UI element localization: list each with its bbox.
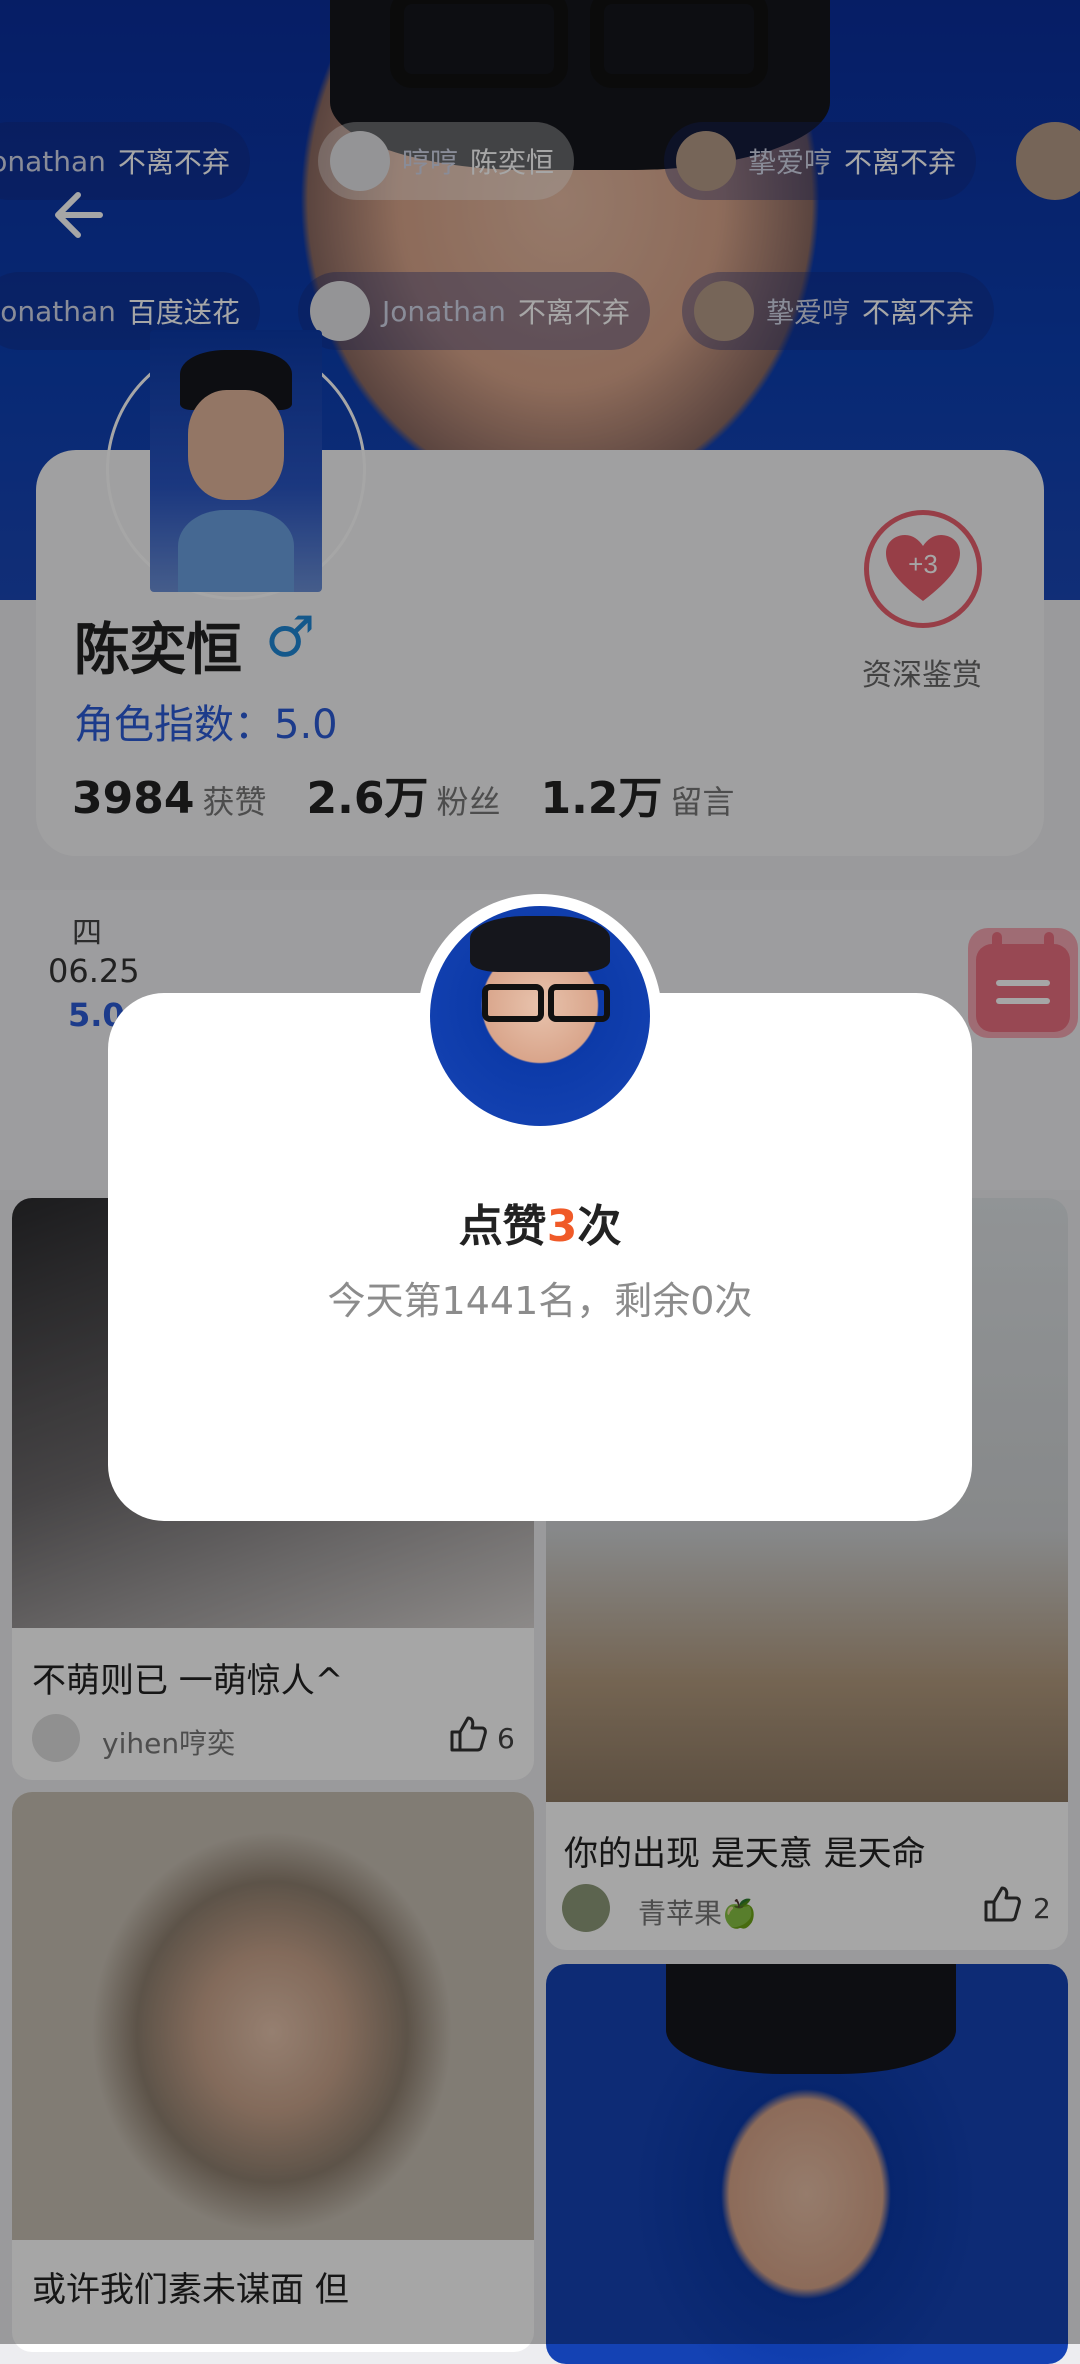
dialog-title: 点赞3次 xyxy=(0,1190,1080,1254)
dialog-like-count: 3 xyxy=(546,1201,578,1252)
dialog-subtitle: 今天第1441名，剩余0次 xyxy=(327,1279,753,1323)
dialog-avatar xyxy=(430,906,650,1126)
dialog-title-prefix: 点赞 xyxy=(458,1201,547,1252)
dialog-title-suffix: 次 xyxy=(577,1201,622,1252)
